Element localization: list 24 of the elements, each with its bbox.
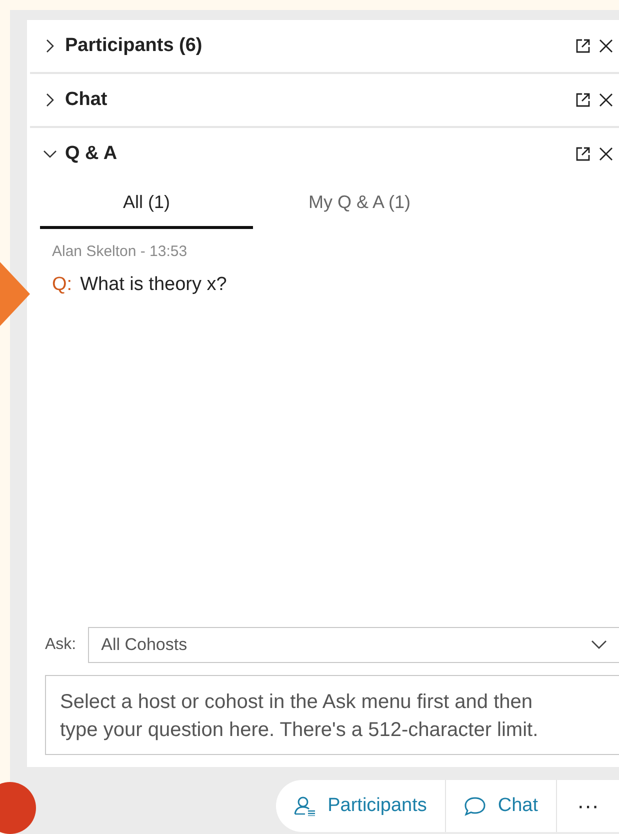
question-text: What is theory x? [80,274,227,296]
ask-dropdown[interactable]: All Cohosts [88,627,619,663]
arrow-icon [0,262,30,326]
chevron-down-icon[interactable] [591,640,607,650]
pop-out-icon[interactable] [575,146,591,162]
question-author: Alan Skelton - 13:53 [52,243,188,260]
pop-out-icon[interactable] [575,92,591,108]
tab[interactable]: All (1) [40,180,253,229]
panel-title[interactable]: Participants (6) [65,35,567,57]
panel-title[interactable]: Chat [65,89,567,111]
close-icon[interactable] [599,39,613,53]
speech-bubble-icon [464,796,486,816]
close-icon[interactable] [599,93,613,107]
more-button[interactable]: ··· [557,780,619,832]
ask-label: Ask: [45,636,76,654]
chat-button[interactable]: Chat [446,780,558,832]
question-input[interactable]: Select a host or cohost in the Ask menu first and then type your question here. There's a 512-character limit. [45,675,619,755]
person-icon [294,796,316,816]
participants-button[interactable]: Participants [276,780,446,832]
panel-title[interactable]: Q & A [65,143,567,165]
tab[interactable]: My Q & A (1) [253,180,466,229]
question-prefix: Q: [52,274,72,296]
pop-out-icon[interactable] [575,38,591,54]
close-icon[interactable] [599,147,613,161]
